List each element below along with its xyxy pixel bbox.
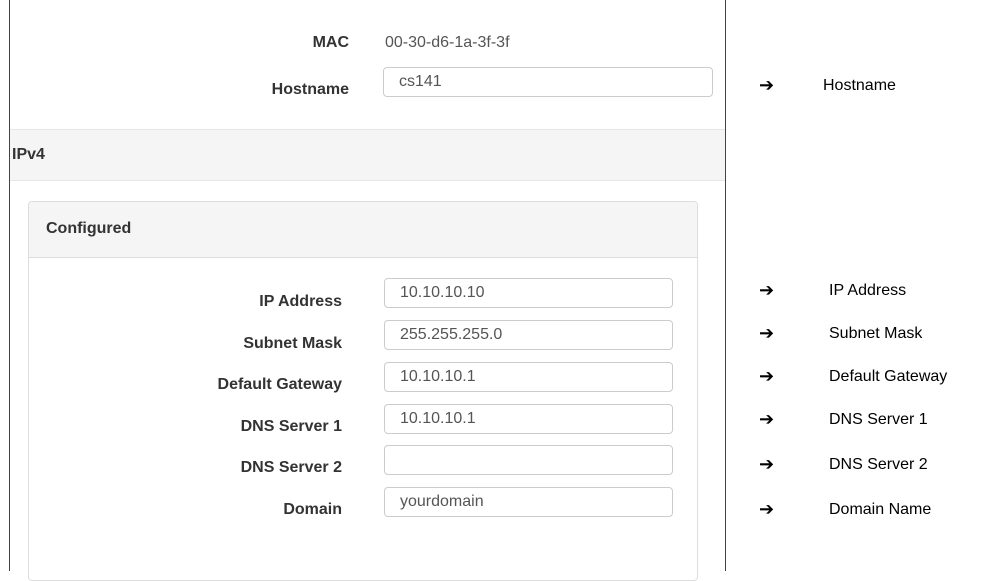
domain-input[interactable] (384, 487, 673, 517)
hostname-input[interactable] (383, 67, 713, 97)
subnet-mask-label: Subnet Mask (243, 335, 342, 352)
configured-panel-header: Configured (29, 202, 697, 258)
arrow-right-icon: ➔ (759, 499, 775, 519)
annotation-dns-server-2: DNS Server 2 (829, 456, 928, 473)
ip-address-input[interactable] (384, 278, 673, 308)
configured-panel: Configured IP Address Subnet Mask Defaul… (28, 201, 698, 581)
default-gateway-label: Default Gateway (217, 376, 342, 393)
dns-server-1-label: DNS Server 1 (240, 418, 342, 435)
dns-server-2-input[interactable] (384, 445, 673, 475)
arrow-right-icon: ➔ (759, 75, 775, 95)
annotation-hostname: Hostname (823, 77, 896, 94)
arrow-right-icon: ➔ (759, 409, 775, 429)
mac-label: MAC (312, 34, 349, 51)
configured-panel-title: Configured (46, 220, 132, 237)
domain-label: Domain (283, 501, 342, 518)
default-gateway-input[interactable] (384, 362, 673, 392)
annotation-domain-name: Domain Name (829, 501, 932, 518)
ipv4-section-header: IPv4 (10, 129, 725, 181)
hostname-label: Hostname (271, 81, 349, 98)
arrow-right-icon: ➔ (759, 454, 775, 474)
subnet-mask-input[interactable] (384, 320, 673, 350)
ip-address-label: IP Address (259, 293, 342, 310)
mac-value: 00-30-d6-1a-3f-3f (385, 34, 510, 51)
annotation-default-gateway: Default Gateway (829, 368, 948, 385)
ipv4-section-title: IPv4 (12, 146, 45, 163)
dns-server-2-label: DNS Server 2 (240, 459, 342, 476)
dns-server-1-input[interactable] (384, 404, 673, 434)
annotation-subnet-mask: Subnet Mask (829, 325, 923, 342)
arrow-right-icon: ➔ (759, 323, 775, 343)
arrow-right-icon: ➔ (759, 366, 775, 386)
arrow-right-icon: ➔ (759, 280, 775, 300)
network-settings-panel: MAC 00-30-d6-1a-3f-3f Hostname IPv4 Conf… (9, 0, 726, 581)
annotation-dns-server-1: DNS Server 1 (829, 411, 928, 428)
annotation-ip-address: IP Address (829, 282, 907, 299)
